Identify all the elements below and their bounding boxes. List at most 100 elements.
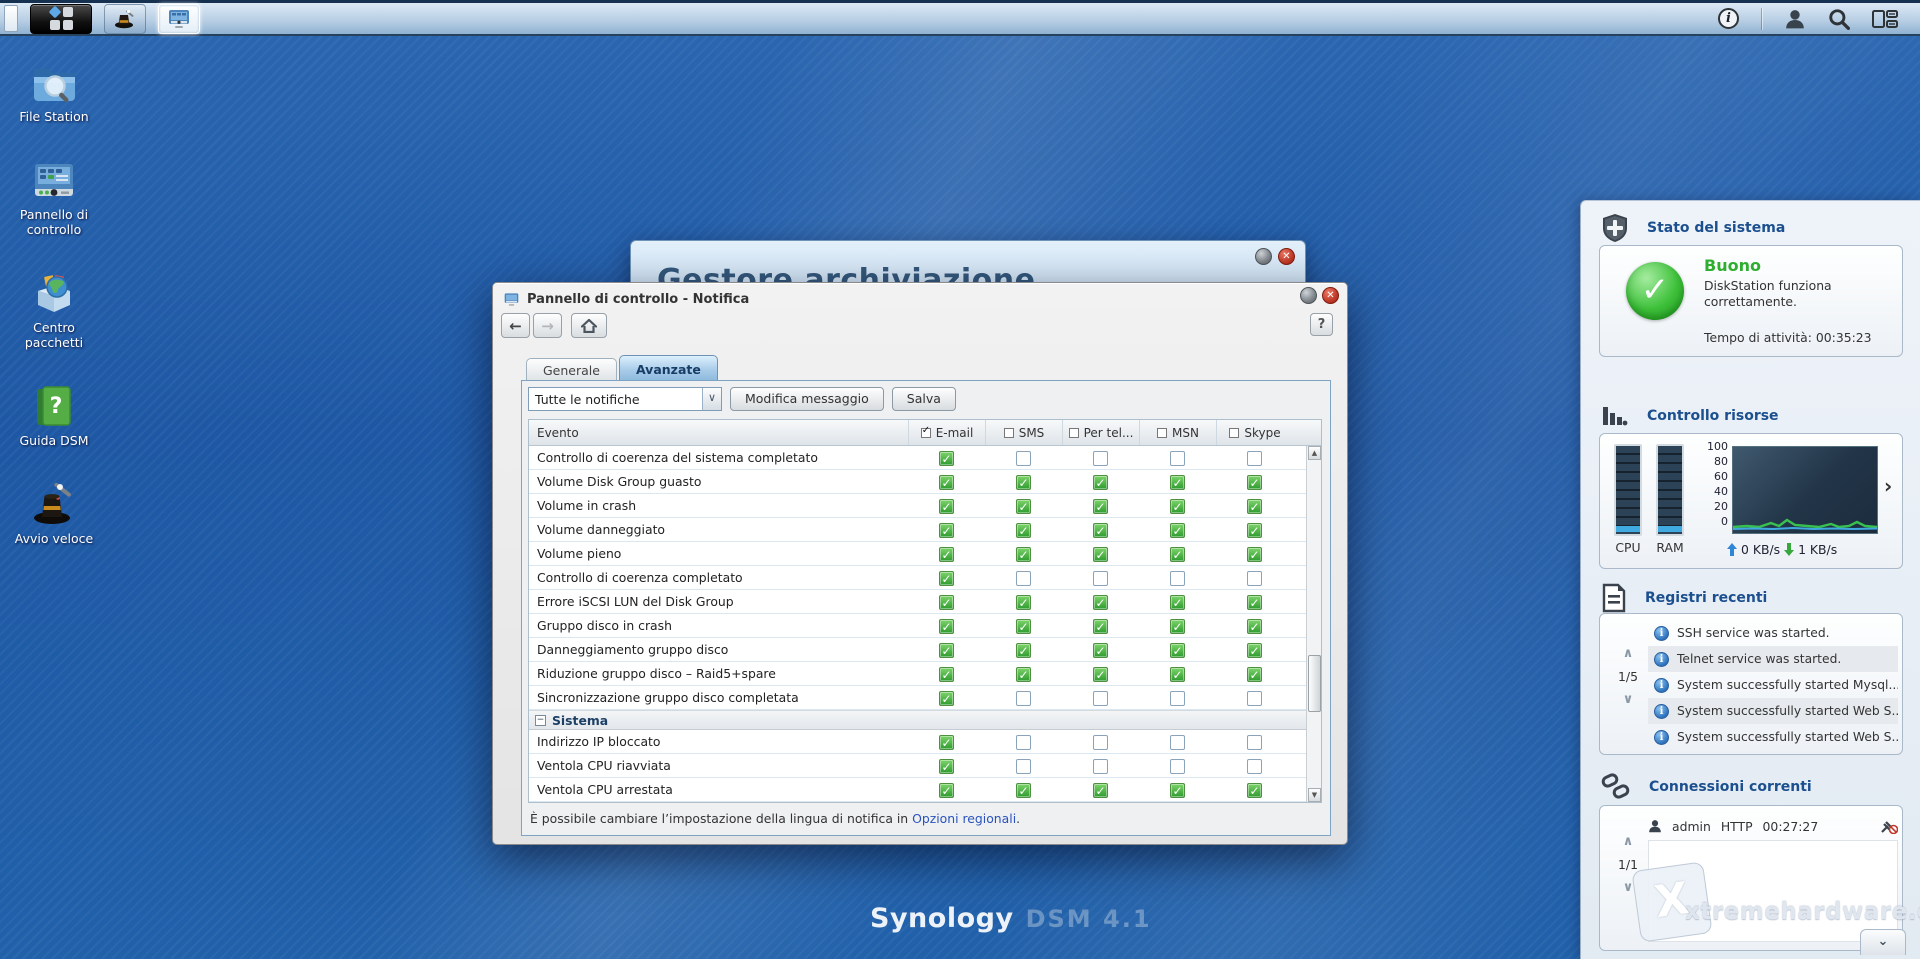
notification-checkbox-checked[interactable]: ✓ xyxy=(1093,642,1108,658)
notification-checkbox-unchecked[interactable] xyxy=(1170,758,1185,774)
notification-checkbox-checked[interactable]: ✓ xyxy=(939,666,954,682)
notification-checkbox-unchecked[interactable] xyxy=(1016,734,1031,750)
scroll-up-arrow[interactable]: ▲ xyxy=(1308,446,1321,460)
pager-up-arrow[interactable]: ∧ xyxy=(1610,646,1646,661)
notification-checkbox-checked[interactable]: ✓ xyxy=(1093,522,1108,538)
notification-checkbox-unchecked[interactable] xyxy=(1170,450,1185,466)
notification-checkbox-checked[interactable]: ✓ xyxy=(1093,594,1108,610)
info-icon[interactable]: i xyxy=(1718,8,1739,29)
notification-checkbox-unchecked[interactable] xyxy=(1247,570,1262,586)
collapse-group-icon[interactable]: − xyxy=(535,714,546,726)
notification-checkbox-checked[interactable]: ✓ xyxy=(1247,546,1262,562)
notification-checkbox-checked[interactable]: ✓ xyxy=(1247,498,1262,514)
notification-checkbox-checked[interactable]: ✓ xyxy=(1247,642,1262,658)
tab-avanzate[interactable]: Avanzate xyxy=(618,355,718,381)
notification-checkbox-unchecked[interactable] xyxy=(1093,450,1108,466)
dialog-titlebar[interactable]: Pannello di controllo - Notifica xyxy=(503,288,1287,310)
notification-checkbox-checked[interactable]: ✓ xyxy=(939,450,954,466)
notification-checkbox-checked[interactable]: ✓ xyxy=(939,522,954,538)
column-header-evento[interactable]: Evento xyxy=(529,420,908,445)
desktop-icon-quick-start[interactable]: Avvio veloce xyxy=(8,480,100,546)
home-button[interactable] xyxy=(571,313,607,338)
notification-checkbox-unchecked[interactable] xyxy=(1247,758,1262,774)
edit-message-button[interactable]: Modifica messaggio xyxy=(730,387,884,411)
dialog-close-button[interactable]: ✕ xyxy=(1322,287,1339,304)
show-desktop-button[interactable] xyxy=(4,5,18,32)
notification-checkbox-unchecked[interactable] xyxy=(1170,690,1185,706)
notification-checkbox-checked[interactable]: ✓ xyxy=(1016,546,1031,562)
desktop-icon-package-center[interactable]: Centro pacchetti xyxy=(8,269,100,350)
notification-checkbox-checked[interactable]: ✓ xyxy=(1247,474,1262,490)
notification-checkbox-unchecked[interactable] xyxy=(1016,690,1031,706)
notification-checkbox-checked[interactable]: ✓ xyxy=(1093,666,1108,682)
notification-checkbox-checked[interactable]: ✓ xyxy=(1016,666,1031,682)
notification-checkbox-checked[interactable]: ✓ xyxy=(1170,594,1185,610)
notification-checkbox-unchecked[interactable] xyxy=(1247,734,1262,750)
notification-checkbox-checked[interactable]: ✓ xyxy=(1247,618,1262,634)
log-entry[interactable]: i Telnet service was started. xyxy=(1648,646,1898,672)
disconnect-icon[interactable] xyxy=(1880,818,1898,834)
back-button[interactable]: ← xyxy=(501,313,530,338)
log-entry[interactable]: i System successfully started Web S... xyxy=(1648,698,1898,724)
notification-checkbox-unchecked[interactable] xyxy=(1016,570,1031,586)
notification-checkbox-unchecked[interactable] xyxy=(1093,734,1108,750)
search-icon[interactable] xyxy=(1828,8,1850,30)
notification-checkbox-checked[interactable]: ✓ xyxy=(939,570,954,586)
notification-checkbox-checked[interactable]: ✓ xyxy=(1016,594,1031,610)
notification-checkbox-unchecked[interactable] xyxy=(1170,734,1185,750)
tab-generale[interactable]: Generale xyxy=(526,358,617,381)
notification-checkbox-checked[interactable]: ✓ xyxy=(1016,498,1031,514)
notification-checkbox-checked[interactable]: ✓ xyxy=(1016,522,1031,538)
notification-checkbox-checked[interactable]: ✓ xyxy=(1170,546,1185,562)
column-header-msn[interactable]: MSN xyxy=(1139,420,1216,445)
quick-launch-button[interactable] xyxy=(104,3,146,34)
vertical-scrollbar[interactable]: ▲ ▼ xyxy=(1306,446,1321,802)
user-icon[interactable] xyxy=(1784,9,1806,29)
notification-checkbox-checked[interactable]: ✓ xyxy=(939,758,954,774)
pilot-view-icon[interactable] xyxy=(1872,9,1898,29)
desktop-icon-dsm-help[interactable]: ? Guida DSM xyxy=(8,382,100,448)
header-checkbox[interactable] xyxy=(1229,427,1240,438)
notification-checkbox-checked[interactable]: ✓ xyxy=(1093,782,1108,798)
desktop-icon-file-station[interactable]: File Station xyxy=(8,58,100,124)
header-checkbox[interactable] xyxy=(1003,427,1014,438)
notification-checkbox-checked[interactable]: ✓ xyxy=(939,594,954,610)
notification-checkbox-checked[interactable]: ✓ xyxy=(939,782,954,798)
notification-checkbox-unchecked[interactable] xyxy=(1016,758,1031,774)
notification-checkbox-checked[interactable]: ✓ xyxy=(1016,474,1031,490)
panel-collapse-button[interactable]: ⌄ xyxy=(1860,929,1906,955)
dialog-minimize-button[interactable] xyxy=(1300,287,1317,304)
header-checkbox[interactable] xyxy=(920,425,931,438)
forward-button[interactable]: → xyxy=(533,313,562,338)
scroll-down-arrow[interactable]: ▼ xyxy=(1308,788,1321,802)
save-button[interactable]: Salva xyxy=(891,387,956,411)
notification-checkbox-checked[interactable]: ✓ xyxy=(939,734,954,750)
header-checkbox[interactable] xyxy=(1068,427,1079,438)
notification-checkbox-checked[interactable]: ✓ xyxy=(1093,618,1108,634)
notification-checkbox-checked[interactable]: ✓ xyxy=(1247,522,1262,538)
notification-checkbox-unchecked[interactable] xyxy=(1247,450,1262,466)
notification-checkbox-checked[interactable]: ✓ xyxy=(939,642,954,658)
notification-checkbox-checked[interactable]: ✓ xyxy=(1093,474,1108,490)
notification-checkbox-checked[interactable]: ✓ xyxy=(1170,474,1185,490)
header-checkbox[interactable] xyxy=(1157,427,1168,438)
notification-checkbox-checked[interactable]: ✓ xyxy=(1016,618,1031,634)
expand-arrow-icon[interactable]: › xyxy=(1884,474,1892,498)
main-menu-button[interactable] xyxy=(30,3,92,34)
column-header-sms[interactable]: SMS xyxy=(985,420,1062,445)
column-header-email[interactable]: E-mail xyxy=(908,420,985,445)
notification-checkbox-checked[interactable]: ✓ xyxy=(939,690,954,706)
notification-checkbox-checked[interactable]: ✓ xyxy=(1016,642,1031,658)
log-entry[interactable]: i System successfully started Mysql... xyxy=(1648,672,1898,698)
notification-checkbox-checked[interactable]: ✓ xyxy=(1170,666,1185,682)
notification-checkbox-checked[interactable]: ✓ xyxy=(1093,498,1108,514)
help-button[interactable]: ? xyxy=(1310,313,1333,336)
notification-checkbox-checked[interactable]: ✓ xyxy=(1247,666,1262,682)
pager-up-arrow[interactable]: ∧ xyxy=(1610,834,1646,849)
log-entry[interactable]: i SSH service was started. xyxy=(1648,620,1898,646)
regional-options-link[interactable]: Opzioni regionali xyxy=(912,811,1016,826)
pager-down-arrow[interactable]: ∨ xyxy=(1610,692,1646,707)
column-header-pertel[interactable]: Per tel... xyxy=(1062,420,1139,445)
notification-checkbox-checked[interactable]: ✓ xyxy=(1170,782,1185,798)
notification-filter-select[interactable]: Tutte le notifiche ∨ xyxy=(528,387,722,411)
